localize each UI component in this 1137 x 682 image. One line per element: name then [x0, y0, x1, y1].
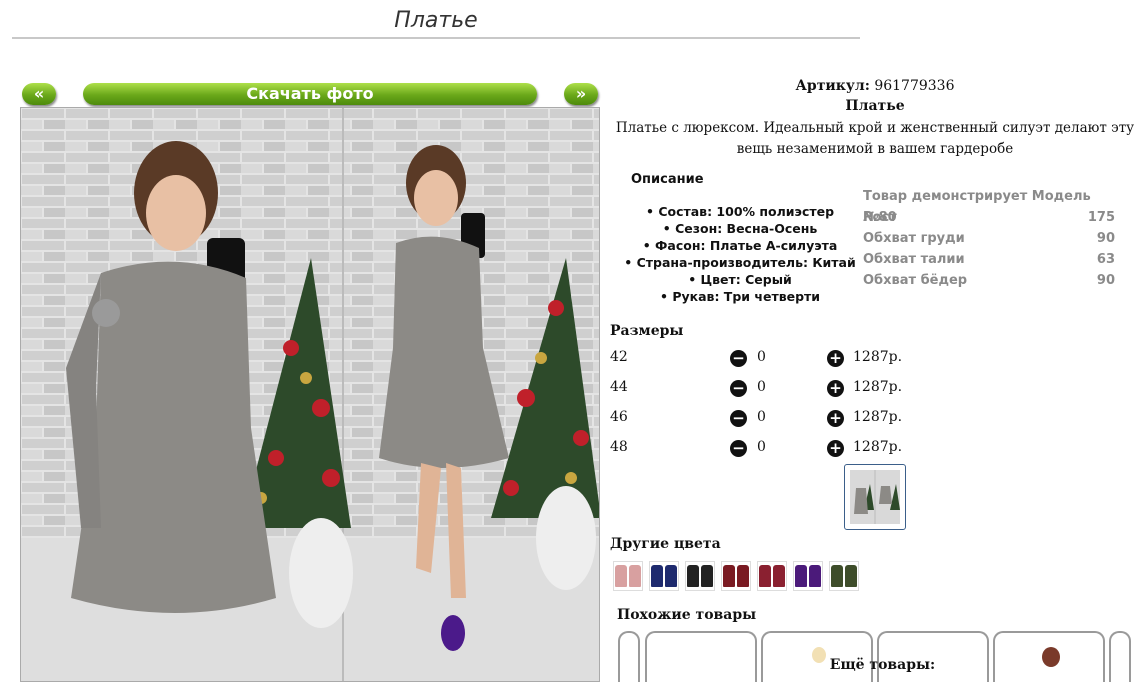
- attribute-item: Состав: 100% полиэстер: [620, 203, 860, 220]
- size-price: 1287р.: [853, 379, 903, 395]
- next-photo-button[interactable]: »: [564, 83, 598, 105]
- sku-line: Артикул: 961779336: [610, 78, 1137, 94]
- model-label: Обхват талии: [863, 252, 965, 267]
- description-heading: Описание: [631, 172, 704, 187]
- attribute-item: Цвет: Серый: [620, 271, 860, 288]
- photo-thumbnail[interactable]: [844, 464, 906, 530]
- product-photo[interactable]: [20, 107, 600, 682]
- color-swatch[interactable]: [721, 561, 751, 591]
- plus-icon[interactable]: +: [827, 410, 844, 427]
- size-price: 1287р.: [853, 349, 903, 365]
- other-colors-heading: Другие цвета: [610, 536, 721, 552]
- size-row: 46 − 0 + 1287р.: [610, 409, 910, 429]
- model-measurements: Товар демонстрирует Модель №80 Рост 175 О…: [863, 186, 1115, 291]
- model-header: Товар демонстрирует Модель №80: [863, 189, 1091, 225]
- size-label: 42: [610, 349, 628, 365]
- size-label: 48: [610, 439, 628, 455]
- plus-icon[interactable]: +: [827, 380, 844, 397]
- model-row: Обхват бёдер 90: [863, 270, 1115, 291]
- more-products-heading: Ещё товары:: [829, 657, 936, 673]
- model-row: Обхват талии 63: [863, 249, 1115, 270]
- color-swatch[interactable]: [649, 561, 679, 591]
- size-quantity: 0: [757, 349, 766, 365]
- color-swatch[interactable]: [685, 561, 715, 591]
- color-swatches: [613, 561, 859, 591]
- model-value: 175: [1087, 210, 1115, 225]
- attribute-item: Сезон: Весна-Осень: [620, 220, 860, 237]
- attribute-item: Фасон: Платье А-силуэта: [620, 237, 860, 254]
- size-quantity: 0: [757, 439, 766, 455]
- attribute-item: Рукав: Три четверти: [620, 288, 860, 305]
- size-label: 44: [610, 379, 628, 395]
- size-row: 42 − 0 + 1287р.: [610, 349, 910, 369]
- product-photo-image: [21, 108, 599, 681]
- attribute-list: Состав: 100% полиэстер Сезон: Весна-Осен…: [620, 203, 860, 305]
- color-swatch[interactable]: [757, 561, 787, 591]
- download-photo-button[interactable]: Скачать фото: [83, 83, 537, 105]
- sku-value: 961779336: [874, 78, 955, 94]
- title-divider: [12, 37, 860, 39]
- model-value: 90: [1096, 273, 1115, 288]
- size-row: 48 − 0 + 1287р.: [610, 439, 910, 459]
- product-description: Платье с люрексом. Идеальный крой и женс…: [615, 120, 1135, 157]
- thumbnail-image: [850, 470, 900, 524]
- plus-icon[interactable]: +: [827, 350, 844, 367]
- model-row: Обхват груди 90: [863, 228, 1115, 249]
- size-row: 44 − 0 + 1287р.: [610, 379, 910, 399]
- model-value: 63: [1096, 252, 1115, 267]
- similar-products-heading: Похожие товары: [617, 607, 757, 623]
- color-swatch[interactable]: [829, 561, 859, 591]
- plus-icon[interactable]: +: [827, 440, 844, 457]
- size-price: 1287р.: [853, 409, 903, 425]
- prev-photo-button[interactable]: «: [22, 83, 56, 105]
- size-price: 1287р.: [853, 439, 903, 455]
- minus-icon[interactable]: −: [730, 410, 747, 427]
- model-row: Рост 175: [863, 207, 1115, 228]
- sizes-heading: Размеры: [610, 323, 684, 339]
- minus-icon[interactable]: −: [730, 350, 747, 367]
- page-title: Платье: [394, 8, 478, 33]
- size-quantity: 0: [757, 379, 766, 395]
- minus-icon[interactable]: −: [730, 380, 747, 397]
- color-swatch[interactable]: [793, 561, 823, 591]
- model-label: Рост: [863, 210, 897, 225]
- sku-label: Артикул:: [795, 78, 870, 94]
- size-label: 46: [610, 409, 628, 425]
- model-label: Обхват бёдер: [863, 273, 968, 288]
- model-label: Обхват груди: [863, 231, 965, 246]
- minus-icon[interactable]: −: [730, 440, 747, 457]
- model-value: 90: [1096, 231, 1115, 246]
- attribute-item: Страна-производитель: Китай: [620, 254, 860, 271]
- color-swatch[interactable]: [613, 561, 643, 591]
- product-name: Платье: [845, 98, 905, 114]
- size-quantity: 0: [757, 409, 766, 425]
